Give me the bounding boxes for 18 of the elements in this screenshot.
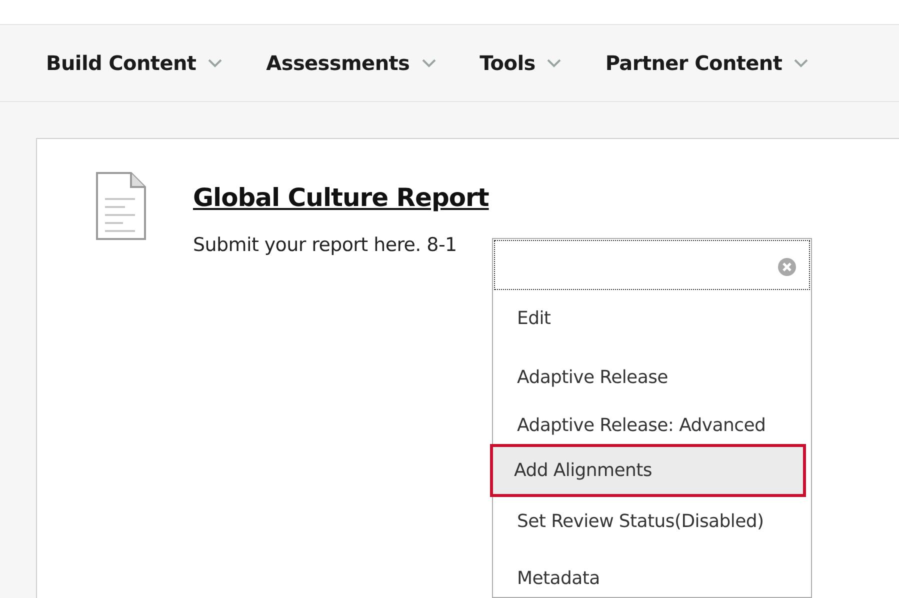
chevron-down-icon (794, 58, 808, 68)
document-icon (95, 171, 147, 241)
toolbar-menu-button[interactable]: Build Content (46, 48, 222, 78)
item-title-link[interactable]: Global Culture Report (193, 179, 489, 216)
chevron-down-icon (547, 58, 562, 68)
search-field[interactable] (494, 240, 810, 290)
toolbar-menu-button[interactable]: Assessments (266, 48, 436, 78)
item-description: Submit your report here. 8-1 (193, 232, 458, 258)
menu-item[interactable]: Edit (494, 299, 810, 337)
toolbar-menu-button[interactable]: Tools (480, 48, 562, 78)
toolbar-menu-button[interactable]: Partner Content (605, 48, 808, 78)
menu-item[interactable]: Adaptive Release (494, 358, 810, 396)
menu-item[interactable]: Metadata (494, 559, 810, 597)
menu-item[interactable]: Add Alignments (490, 444, 806, 497)
chevron-down-icon (208, 58, 222, 68)
chevron-down-icon (422, 58, 436, 68)
menu-item[interactable]: Adaptive Release: Advanced (494, 406, 810, 444)
menu-item[interactable]: Set Review Status(Disabled) (494, 502, 810, 540)
